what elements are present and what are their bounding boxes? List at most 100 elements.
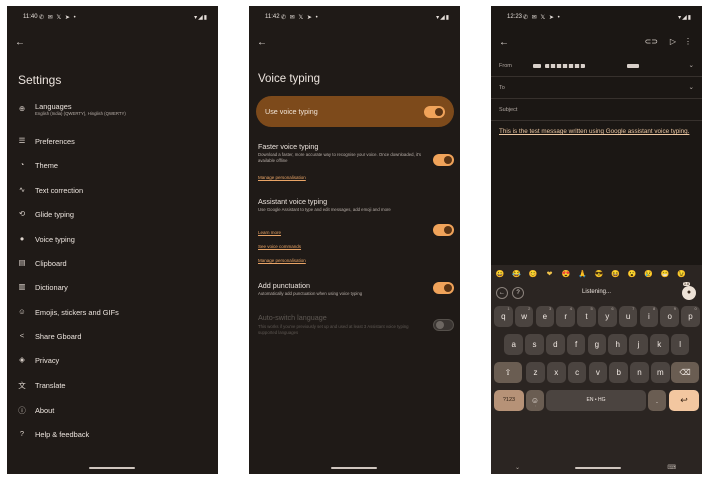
settings-item-theme[interactable]: ◔ Theme [17,158,212,176]
settings-item-dictionary[interactable]: ▥ Dictionary [17,280,212,298]
assistant-voice-typing-toggle[interactable] [433,224,454,236]
settings-item-text-correction[interactable]: ∿ Text correction [17,183,212,201]
use-voice-typing-toggle[interactable] [424,106,445,118]
key-label: u [625,312,631,321]
use-voice-typing-row[interactable]: Use voice typing [256,96,454,127]
emoji-key[interactable]: ☺, [526,390,544,411]
back-arrow-icon[interactable]: ← [257,37,267,48]
learn-more-link[interactable]: Learn more [258,230,281,235]
settings-item-preferences[interactable]: ☰ Preferences [17,134,212,152]
gesture-nav-bar[interactable] [575,467,621,469]
key-label: a [511,340,516,349]
period-key[interactable]: . [648,390,666,411]
enter-key[interactable]: ↩ [669,390,699,411]
symbols-key[interactable]: ?123 [494,390,524,411]
palette-icon: ◔ [19,160,25,169]
settings-item-emojis-stickers-and-gifs[interactable]: ☺ Emojis, stickers and GIFs [17,305,212,323]
gesture-nav-bar[interactable] [89,467,135,469]
key-j[interactable]: j [629,334,648,355]
key-hint: 3 [548,306,552,311]
emoji-suggestion[interactable]: 😊 [528,270,538,278]
key-i[interactable]: i8 [639,306,659,327]
emoji-suggestion[interactable]: 😂 [512,270,522,278]
system-icons: ▾◢▮ [678,15,692,21]
emoji-suggestion[interactable]: 😮 [627,270,637,278]
key-label: v [595,368,600,377]
key-r[interactable]: r4 [556,306,575,327]
key-y[interactable]: y6 [598,306,617,327]
add-punctuation-toggle[interactable] [433,282,454,294]
settings-item-label: Text correction [35,186,84,195]
emoji-suggestion[interactable]: 😉 [677,270,687,278]
key-f[interactable]: f [566,334,586,355]
emoji-suggestion[interactable]: 😍 [561,270,571,278]
shift-key[interactable]: ⇧ [494,362,522,383]
attach-icon[interactable]: ⊂⊃ [645,37,658,46]
message-body[interactable]: This is the test message written using G… [499,128,697,136]
key-a[interactable]: a [504,334,523,355]
to-row[interactable]: To ⌄ [491,77,702,99]
key-m[interactable]: m [651,362,670,383]
settings-item-help-feedback[interactable]: ? Help & feedback [17,427,212,445]
status-time: 11:42 [265,14,280,20]
key-v[interactable]: v [588,362,608,383]
notification-icons: ✆ ✉ 𝕏 ➤ • [523,15,561,21]
see-voice-commands-link[interactable]: See voice commands [258,244,301,249]
key-q[interactable]: q1 [494,306,513,327]
emoji-suggestion[interactable]: 😆 [611,270,621,278]
hide-keyboard-icon[interactable]: ⌄ [515,464,520,471]
key-p[interactable]: p0 [681,306,700,327]
back-arrow-icon[interactable]: ← [15,37,25,48]
key-s[interactable]: s [525,334,544,355]
chevron-down-icon[interactable]: ⌄ [689,61,694,69]
mic-icon[interactable]: ● [682,286,696,300]
send-icon[interactable]: ▷ [670,37,676,46]
key-x[interactable]: x [547,362,566,383]
emoji-suggestion[interactable]: ❤ [545,270,555,278]
settings-item-about[interactable]: ⓘ About [17,403,212,421]
backspace-key[interactable]: ⌫ [671,362,699,383]
settings-item-clipboard[interactable]: ▤ Clipboard [17,256,212,274]
settings-item-languages[interactable]: ⊕ Languages English (India) (QWERTY), Hing… [17,102,212,120]
key-w[interactable]: w2 [514,306,534,327]
chevron-down-icon[interactable]: ⌄ [689,83,694,91]
settings-item-translate[interactable]: 文 Translate [17,378,212,396]
subject-field[interactable]: Subject [491,99,702,121]
key-n[interactable]: n [630,362,649,383]
space-key[interactable]: EN • HG [546,390,646,411]
help-icon[interactable]: ? [512,287,524,299]
emoji-suggestion[interactable]: 😀 [495,270,505,278]
assistant-manage-personalisation-link[interactable]: Manage personalisation [258,258,306,263]
gesture-nav-bar[interactable] [331,467,377,469]
faster-voice-typing-toggle[interactable] [433,154,454,166]
more-options-icon[interactable]: ⋮ [684,37,692,46]
settings-item-share-gboard[interactable]: < Share Gboard [17,329,212,347]
emoji-suggestion[interactable]: 🙏 [578,270,588,278]
key-t[interactable]: t5 [577,306,596,327]
mic-badge: 3.8 [682,282,690,286]
emoji-suggestion[interactable]: 😢 [644,270,654,278]
key-k[interactable]: k [650,334,669,355]
key-z[interactable]: z [526,362,545,383]
faster-manage-personalisation-link[interactable]: Manage personalisation [258,175,306,180]
key-u[interactable]: u7 [618,306,638,327]
settings-item-voice-typing[interactable]: ● Voice typing [17,232,212,250]
settings-item-glide-typing[interactable]: ⟲ Glide typing [17,207,212,225]
key-l[interactable]: l [670,334,690,355]
back-arrow-icon[interactable]: ← [499,37,509,48]
sliders-icon: ☰ [18,136,26,145]
key-e[interactable]: e3 [535,306,555,327]
key-d[interactable]: d [546,334,565,355]
key-c[interactable]: c [567,362,587,383]
emoji-suggestion[interactable]: 😁 [660,270,670,278]
status-time: 11:40 [23,14,38,20]
back-icon[interactable]: ← [496,287,508,299]
keyboard-switch-icon[interactable]: ⌨ [667,464,676,471]
key-o[interactable]: o9 [660,306,679,327]
key-b[interactable]: b [609,362,628,383]
key-g[interactable]: g [587,334,607,355]
from-row[interactable]: From ⌄ [491,55,702,77]
emoji-suggestion[interactable]: 😎 [594,270,604,278]
settings-item-privacy[interactable]: ◈ Privacy [17,353,212,371]
key-h[interactable]: h [608,334,627,355]
